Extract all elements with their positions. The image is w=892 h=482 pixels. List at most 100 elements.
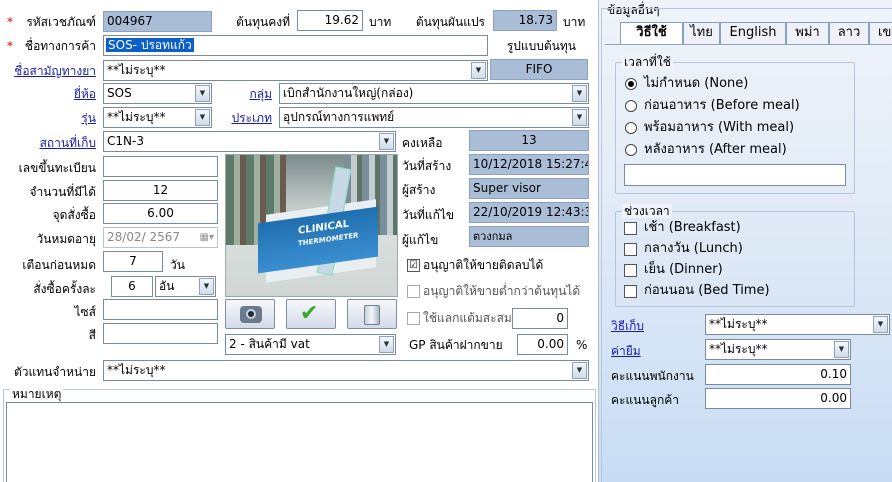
- time-with-meal-radio[interactable]: [625, 122, 637, 134]
- order-each-label: สั่งซื้อครั้งละ: [33, 282, 96, 296]
- chevron-down-icon[interactable]: ▼: [199, 278, 214, 295]
- drug-category-value: **ไม่ระบุ**: [709, 342, 768, 356]
- reg-no-label: เลขขึ้นทะเบียน: [18, 161, 96, 175]
- staff-points-field[interactable]: 0.10: [705, 364, 851, 385]
- other-info-panel: ข้อมูลอื่นๆ วิธีใช้ ไทย English พม่า ลาว…: [598, 0, 892, 482]
- agent-label: ตัวแทนจำหน่าย: [13, 365, 96, 379]
- allow-negative-checkbox[interactable]: ☑: [407, 259, 420, 272]
- bedtime-checkbox[interactable]: [624, 285, 637, 298]
- tab-english[interactable]: English: [720, 22, 786, 44]
- drug-category-combo[interactable]: **ไม่ระบุ** ▼: [705, 339, 851, 360]
- tab-thai[interactable]: ไทย: [683, 22, 720, 44]
- order-each-field[interactable]: 6: [111, 276, 153, 297]
- lunch-checkbox[interactable]: [624, 243, 637, 256]
- agent-combo[interactable]: **ไม่ระบุ** ▼: [103, 360, 589, 381]
- time-after-meal-radio[interactable]: [625, 144, 637, 156]
- group-link[interactable]: กลุ่ม: [230, 86, 272, 102]
- type-link[interactable]: ประเภท: [222, 110, 272, 126]
- customer-points-field[interactable]: 0.00: [705, 388, 851, 409]
- percent-sign: %: [576, 338, 588, 352]
- tab-usage[interactable]: วิธีใช้: [620, 22, 683, 45]
- tab-burmese[interactable]: พม่า: [786, 22, 829, 44]
- baht-unit: บาท: [369, 15, 392, 29]
- checkmark-icon: ✔: [300, 301, 319, 326]
- time-before-meal-label: ก่อนอาหาร (Before meal): [644, 98, 800, 113]
- chevron-down-icon[interactable]: ▼: [195, 85, 210, 102]
- size-field[interactable]: [103, 299, 218, 320]
- group-combo[interactable]: เบิกสำนักงานใหญ่(กล่อง) ▼: [279, 83, 589, 104]
- location-combo[interactable]: C1N-3 ▼: [103, 131, 396, 152]
- vat-combo[interactable]: 2 - สินค้ามี vat ▼: [225, 334, 396, 355]
- chevron-down-icon[interactable]: ▼: [572, 85, 587, 102]
- baht-unit: บาท: [563, 15, 586, 29]
- location-link[interactable]: สถานที่เก็บ: [20, 135, 96, 151]
- qty-field[interactable]: 12: [103, 180, 218, 201]
- chevron-down-icon[interactable]: ▼: [379, 133, 394, 150]
- tab-more[interactable]: เข: [869, 22, 892, 44]
- reg-no-field[interactable]: [103, 156, 218, 177]
- lunch-label: กลางวัน (Lunch): [644, 241, 743, 256]
- generic-name-combo[interactable]: **ไม่ระบุ** ▼: [103, 60, 488, 81]
- notify-field[interactable]: 7: [103, 251, 163, 272]
- chevron-down-icon[interactable]: ▼: [471, 62, 486, 79]
- tab-lao[interactable]: ลาว: [829, 22, 869, 44]
- storage-link[interactable]: วิธีเก็บ: [611, 318, 671, 334]
- time-none-radio[interactable]: [625, 78, 637, 90]
- allow-negative-label: อนุญาติให้ขายติดลบได้: [423, 258, 544, 272]
- cost-field[interactable]: 19.62: [297, 10, 363, 31]
- expiry-value: 28/02/ 2567: [107, 230, 180, 244]
- chevron-down-icon[interactable]: ▼: [379, 336, 394, 353]
- type-combo[interactable]: อุปกรณ์ทางการแพทย์ ▼: [279, 107, 589, 128]
- breakfast-label: เช้า (Breakfast): [644, 220, 741, 235]
- delete-image-button[interactable]: [347, 299, 397, 329]
- brand-link[interactable]: ยี่ห้อ: [40, 86, 96, 102]
- modified-field: 22/10/2019 12:43:30:: [469, 202, 589, 223]
- model-combo[interactable]: **ไม่ระบุ** ▼: [103, 107, 212, 128]
- gp-label: GP สินค้าฝากขาย: [409, 338, 503, 352]
- gp-field[interactable]: 0.00: [517, 334, 568, 355]
- qty-label: จำนวนที่มีได้: [29, 185, 96, 199]
- chevron-down-icon[interactable]: ▼: [572, 109, 587, 126]
- vat-value: 2 - สินค้ามี vat: [229, 337, 310, 351]
- storage-value: **ไม่ระบุ**: [709, 317, 768, 331]
- reorder-field[interactable]: 6.00: [103, 203, 218, 224]
- required-mark: *: [7, 15, 13, 29]
- reorder-label: จุดสั่งซื้อ: [52, 208, 96, 222]
- model-value: **ไม่ระบุ**: [107, 110, 166, 124]
- chevron-down-icon[interactable]: ▼: [572, 362, 587, 379]
- time-with-meal-label: พร้อมอาหาร (With meal): [644, 120, 795, 135]
- chevron-down-icon[interactable]: ▼: [195, 109, 210, 126]
- order-unit-combo[interactable]: อัน ▼: [155, 276, 216, 297]
- confirm-image-button[interactable]: ✔: [286, 299, 336, 329]
- time-other-field[interactable]: [624, 164, 846, 186]
- time-none-label: ไม่กำหนด (None): [644, 76, 749, 91]
- chevron-down-icon[interactable]: ▼: [873, 316, 888, 333]
- use-points-checkbox[interactable]: [407, 312, 420, 325]
- staff-points-label: คะแนนพนักงาน: [611, 369, 694, 383]
- expiry-field: 28/02/ 2567 ▦▾: [103, 227, 218, 248]
- model-link[interactable]: รุ่น: [40, 110, 96, 126]
- allow-below-cost-label: อนุญาติให้ขายต่ำกว่าต้นทุนได้: [423, 284, 581, 298]
- chevron-down-icon[interactable]: ▼: [834, 341, 849, 358]
- generic-name-link[interactable]: ชื่อสามัญทางยา: [10, 63, 96, 79]
- trade-name-field[interactable]: SOS- ปรอทแก้ว: [103, 35, 488, 56]
- created-label: วันที่สร้าง: [402, 159, 452, 173]
- notes-textarea[interactable]: [6, 402, 593, 482]
- color-field[interactable]: [103, 323, 218, 344]
- camera-icon: [240, 306, 262, 323]
- remain-field: 13: [469, 130, 589, 151]
- camera-button[interactable]: [225, 299, 275, 329]
- points-field[interactable]: 0: [512, 308, 568, 329]
- time-before-meal-radio[interactable]: [625, 100, 637, 112]
- group-value: เบิกสำนักงานใหญ่(กล่อง): [283, 86, 414, 100]
- order-unit-value: อัน: [159, 279, 175, 293]
- modified-label: วันที่แก้ไข: [402, 208, 455, 222]
- breakfast-checkbox[interactable]: [624, 222, 637, 235]
- variable-cost-label: ต้นทุนผันแปร: [415, 15, 485, 29]
- allow-below-cost-checkbox[interactable]: [407, 285, 420, 298]
- brand-combo[interactable]: SOS ▼: [103, 83, 212, 104]
- storage-combo[interactable]: **ไม่ระบุ** ▼: [705, 314, 890, 335]
- modifier-field: ตวงกมล: [469, 226, 589, 247]
- dinner-checkbox[interactable]: [624, 264, 637, 277]
- drug-category-link[interactable]: ค่ายืม: [611, 343, 671, 359]
